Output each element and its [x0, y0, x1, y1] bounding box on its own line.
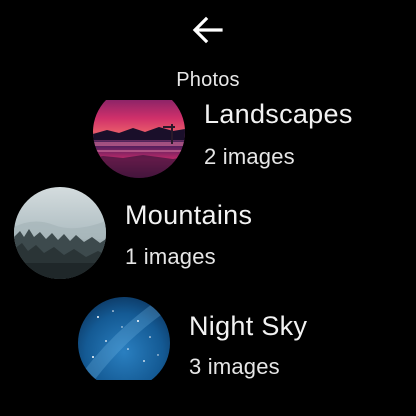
- photos-screen: Landscapes 2 images Mountains 1 images N…: [0, 0, 416, 416]
- album-name: Landscapes: [204, 99, 353, 129]
- album-item-mountains[interactable]: Mountains 1 images: [0, 180, 416, 284]
- milky-way-image: [78, 297, 170, 380]
- album-thumbnail-mountains: [14, 187, 106, 279]
- arrow-left-icon: [192, 16, 223, 44]
- back-button[interactable]: [188, 12, 228, 48]
- album-image-count: 3 images: [189, 354, 280, 379]
- album-thumbnail-night-sky: [78, 297, 170, 380]
- album-name: Night Sky: [189, 311, 308, 341]
- page-title: Photos: [176, 69, 240, 91]
- album-image-count: 2 images: [204, 144, 295, 169]
- misty-forest-image: [14, 187, 106, 279]
- album-image-count: 1 images: [125, 244, 216, 269]
- album-item-night-sky[interactable]: Night Sky 3 images: [0, 290, 416, 380]
- album-name: Mountains: [125, 200, 253, 230]
